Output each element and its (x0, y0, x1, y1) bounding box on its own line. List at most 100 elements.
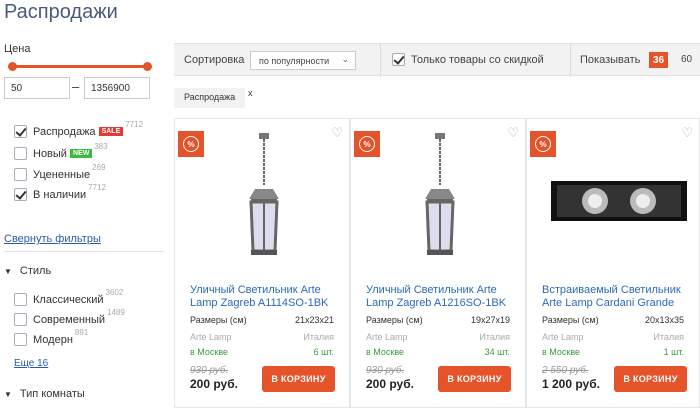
heart-icon[interactable]: ♡ (507, 125, 519, 141)
new-checkbox[interactable] (14, 147, 27, 160)
size-label: Размеры (см) (542, 315, 599, 325)
product-name[interactable]: Уличный Светильник Arte Lamp Zagreb A121… (366, 284, 521, 310)
add-to-cart-button[interactable]: В КОРЗИНУ (262, 366, 335, 392)
filter-sale[interactable]: Распродажа SALE 7712 (14, 120, 143, 138)
filter-discounted[interactable]: Уцененные 269 (14, 163, 106, 181)
product-card[interactable]: % ♡ Уличный Светильник Arte Lamp Zagreb … (350, 118, 526, 408)
product-image[interactable] (549, 177, 689, 225)
filter-in-stock-count: 7712 (88, 183, 106, 192)
filter-in-stock-label: В наличии (33, 188, 87, 201)
filter-style-moderne[interactable]: Модерн 891 (14, 328, 88, 346)
heart-icon[interactable]: ♡ (681, 125, 693, 141)
modern-checkbox[interactable] (14, 313, 27, 326)
sale-checkbox[interactable] (14, 125, 27, 138)
filter-in-stock[interactable]: В наличии 7712 (14, 183, 106, 201)
remove-filter-button[interactable]: x (248, 88, 253, 98)
old-price: 930 руб. (366, 365, 405, 376)
toolbar-divider (570, 44, 571, 77)
collapse-filters-link[interactable]: Свернуть фильтры (4, 233, 101, 245)
discount-badge: % (178, 131, 204, 157)
price-slider-track (12, 65, 148, 68)
filter-moderne-label: Модерн (33, 333, 73, 346)
product-size-row: Размеры (см) 19x27x19 (366, 315, 510, 325)
product-image[interactable] (239, 131, 289, 261)
filter-modern-count: 1489 (107, 308, 125, 317)
show-more-styles-link[interactable]: Еще 16 (14, 358, 48, 369)
country: Италия (653, 332, 684, 342)
filter-style-modern[interactable]: Современный 1489 (14, 308, 125, 326)
brand: Arte Lamp (542, 332, 584, 342)
product-brand-row: Arte Lamp Италия (542, 332, 684, 342)
style-group-header[interactable]: ▼ Стиль (4, 265, 51, 277)
filter-discounted-count: 269 (92, 163, 106, 172)
product-size-row: Размеры (см) 21x23x21 (190, 315, 334, 325)
product-brand-row: Arte Lamp Италия (366, 332, 510, 342)
percent-icon: % (359, 136, 375, 152)
filter-sale-count: 7712 (125, 120, 144, 129)
brand: Arte Lamp (366, 332, 408, 342)
price-slider-max-handle[interactable] (143, 62, 152, 71)
sort-select-value: по популярности (259, 56, 330, 66)
filter-style-classic[interactable]: Классический 3602 (14, 288, 123, 306)
filter-sale-label: Распродажа (33, 125, 96, 138)
filter-discounted-label: Уцененные (33, 168, 91, 181)
price-slider[interactable] (8, 62, 152, 72)
filter-modern-label: Современный (33, 313, 106, 326)
moderne-checkbox[interactable] (14, 333, 27, 346)
price-slider-min-handle[interactable] (8, 62, 17, 71)
product-size-row: Размеры (см) 20x13x35 (542, 315, 684, 325)
caret-down-icon: ▼ (4, 389, 12, 399)
sidebar-divider (4, 251, 164, 252)
price: 1 200 руб. (542, 377, 600, 391)
country: Италия (479, 332, 510, 342)
room-group-header[interactable]: ▼ Тип комнаты (4, 388, 85, 400)
stock: 34 шт. (484, 347, 510, 357)
product-name[interactable]: Встраиваемый Светильник Arte Lamp Cardan… (542, 284, 697, 310)
discounted-checkbox[interactable] (14, 168, 27, 181)
sort-select[interactable]: по популярности ⌄ (250, 51, 356, 70)
discount-badge: % (354, 131, 380, 157)
location: в Москве (190, 347, 229, 357)
chevron-down-icon: ⌄ (341, 54, 349, 64)
page-title: Распродажи (4, 1, 118, 23)
price: 200 руб. (190, 377, 238, 391)
old-price: 930 руб. (190, 365, 229, 376)
price-min-input[interactable] (4, 77, 70, 99)
sale-badge: SALE (98, 127, 124, 136)
active-filter-tag: Распродажа (174, 88, 246, 108)
product-name[interactable]: Уличный Светильник Arte Lamp Zagreb A111… (190, 284, 345, 310)
new-badge: NEW (69, 149, 93, 158)
filter-new-label: Новый (33, 147, 67, 160)
room-group-title: Тип комнаты (19, 388, 85, 400)
sort-toolbar: Сортировка по популярности ⌄ Только това… (174, 43, 700, 77)
product-card[interactable]: % ♡ Встраиваемый Светильник Arte Lamp Ca… (526, 118, 700, 408)
add-to-cart-button[interactable]: В КОРЗИНУ (614, 366, 687, 392)
discount-only-checkbox[interactable] (392, 53, 405, 66)
classic-checkbox[interactable] (14, 293, 27, 306)
filter-moderne-count: 891 (74, 328, 89, 337)
product-stock-row: в Москве 6 шт. (190, 347, 334, 357)
size-value: 21x23x21 (294, 315, 334, 325)
stock: 1 шт. (663, 347, 684, 357)
percent-icon: % (535, 136, 551, 152)
product-card[interactable]: % ♡ Уличный Светильник Arte Lamp Zagreb … (174, 118, 350, 408)
filter-new[interactable]: Новый NEW 383 (14, 142, 108, 160)
product-image[interactable] (415, 131, 465, 261)
in-stock-checkbox[interactable] (14, 188, 27, 201)
discount-badge: % (530, 131, 556, 157)
heart-icon[interactable]: ♡ (331, 125, 343, 141)
filter-new-count: 383 (94, 142, 108, 151)
add-to-cart-button[interactable]: В КОРЗИНУ (438, 366, 511, 392)
location: в Москве (366, 347, 405, 357)
show-count-label: Показывать (580, 54, 641, 66)
show-count-36[interactable]: 36 (649, 52, 668, 68)
caret-down-icon: ▼ (4, 266, 12, 276)
size-label: Размеры (см) (366, 315, 423, 325)
product-stock-row: в Москве 1 шт. (542, 347, 684, 357)
toolbar-divider (380, 44, 381, 77)
discount-only-toggle[interactable]: Только товары со скидкой (392, 53, 544, 66)
active-filter-label: Распродажа (184, 92, 236, 102)
location: в Москве (542, 347, 581, 357)
price-max-input[interactable] (84, 77, 150, 99)
show-count-60[interactable]: 60 (681, 54, 692, 65)
